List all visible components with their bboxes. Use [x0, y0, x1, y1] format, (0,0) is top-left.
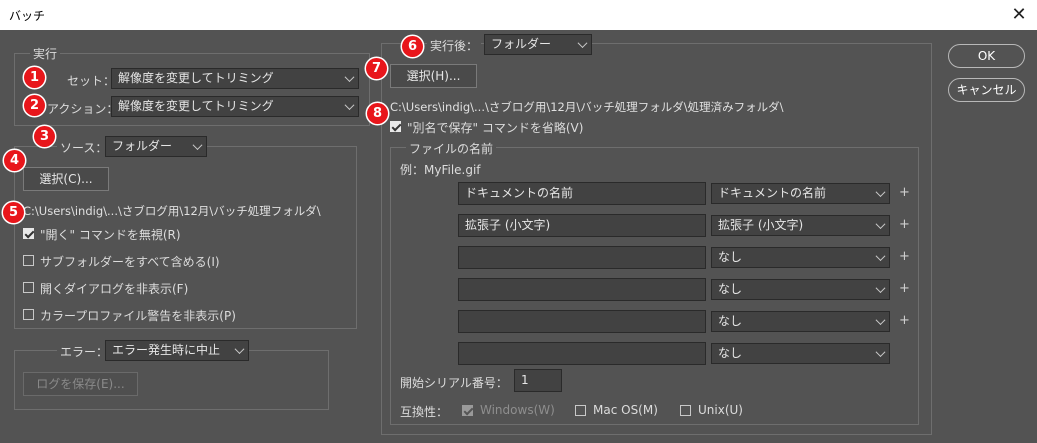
window-title: バッチ — [9, 9, 46, 23]
add-part-icon[interactable]: + — [899, 185, 910, 200]
source-option-checkbox[interactable] — [23, 282, 34, 293]
chevron-down-icon — [192, 140, 203, 151]
source-path: C:\Users\indig\...\さブログ用\12月\バッチ処理フォルダ\ — [23, 204, 321, 218]
chevron-down-icon — [875, 347, 886, 358]
file-name-part-dropdown[interactable]: なし — [711, 247, 890, 268]
set-dropdown-value: 解像度を変更してトリミング — [118, 71, 274, 85]
close-icon[interactable]: ✕ — [1006, 2, 1032, 28]
file-name-part-dropdown-value: なし — [718, 250, 743, 264]
set-dropdown[interactable]: 解像度を変更してトリミング — [111, 68, 359, 89]
chevron-down-icon — [875, 187, 886, 198]
chevron-down-icon — [577, 38, 588, 49]
override-save-as-checkbox[interactable] — [390, 121, 401, 132]
source-option-checkbox[interactable] — [23, 309, 34, 320]
chevron-down-icon — [344, 72, 355, 83]
file-name-part-input[interactable]: ドキュメントの名前 — [458, 182, 706, 205]
destination-path: C:\Users\indig\...\さブログ用\12月\バッチ処理フォルダ\処… — [390, 100, 784, 114]
action-label: アクション： — [47, 102, 119, 116]
annotation-badge: 4 — [4, 150, 25, 171]
add-part-icon[interactable]: + — [899, 313, 910, 328]
play-legend: 実行 — [30, 45, 61, 62]
compat-label-option: Mac OS(M) — [593, 403, 658, 417]
file-name-part-input[interactable] — [458, 278, 706, 301]
compat-label: 互換性： — [400, 405, 449, 419]
source-dropdown-value: フォルダー — [112, 139, 173, 153]
chevron-down-icon — [875, 251, 886, 262]
override-save-as-label: "別名で保存" コマンドを省略(V) — [407, 121, 584, 135]
destination-dropdown[interactable]: フォルダー — [484, 34, 592, 55]
file-name-part-dropdown-value: なし — [718, 346, 743, 360]
source-dropdown[interactable]: フォルダー — [105, 136, 207, 157]
file-name-part-input[interactable] — [458, 310, 706, 333]
action-dropdown-value: 解像度を変更してトリミング — [118, 99, 274, 113]
file-name-part-dropdown-value: 拡張子 (小文字) — [718, 218, 804, 232]
file-name-part-input[interactable] — [458, 246, 706, 269]
set-label: セット： — [67, 74, 116, 88]
annotation-badge: 1 — [24, 67, 45, 88]
action-dropdown[interactable]: 解像度を変更してトリミング — [111, 96, 359, 117]
annotation-badge: 5 — [3, 202, 24, 223]
source-option-label: サブフォルダーをすべて含める(I) — [40, 255, 220, 269]
compat-label-option: Unix(U) — [698, 403, 743, 417]
compat-checkbox[interactable] — [680, 405, 691, 416]
file-name-part-dropdown-value: なし — [718, 314, 743, 328]
add-part-icon[interactable]: + — [899, 281, 910, 296]
source-option-label: "開く" コマンドを無視(R) — [40, 228, 181, 242]
file-naming-example: 例：MyFile.gif — [400, 163, 481, 177]
save-log-button[interactable]: ログを保存(E)... — [23, 372, 138, 396]
file-name-part-input[interactable] — [458, 342, 706, 365]
file-name-part-dropdown[interactable]: なし — [711, 279, 890, 300]
source-option-checkbox[interactable] — [23, 228, 34, 239]
add-part-icon[interactable]: + — [899, 217, 910, 232]
errors-label: エラー： — [57, 343, 112, 360]
errors-dropdown[interactable]: エラー発生時に中止 — [105, 340, 249, 361]
file-name-part-dropdown-value: なし — [718, 282, 743, 296]
annotation-badge: 7 — [366, 58, 387, 79]
file-name-part-dropdown[interactable]: ドキュメントの名前 — [711, 183, 890, 204]
destination-dropdown-value: フォルダー — [491, 37, 552, 51]
source-option-checkbox[interactable] — [23, 255, 34, 266]
chevron-down-icon — [875, 315, 886, 326]
annotation-badge: 8 — [367, 103, 388, 124]
annotation-badge: 2 — [24, 95, 45, 116]
chevron-down-icon — [875, 219, 886, 230]
destination-choose-button[interactable]: 選択(H)... — [390, 64, 477, 88]
file-name-part-dropdown[interactable]: なし — [711, 343, 890, 364]
ok-button[interactable]: OK — [948, 44, 1025, 68]
serial-number-input[interactable]: 1 — [514, 369, 562, 392]
chevron-down-icon — [234, 344, 245, 355]
source-label: ソース： — [57, 139, 111, 156]
file-name-part-input[interactable]: 拡張子 (小文字) — [458, 214, 706, 237]
source-choose-button[interactable]: 選択(C)... — [23, 167, 109, 191]
compat-checkbox[interactable] — [575, 405, 586, 416]
source-option-label: 開くダイアログを非表示(F) — [40, 282, 189, 296]
file-naming-legend: ファイルの名前 — [406, 140, 497, 157]
errors-dropdown-value: エラー発生時に中止 — [112, 343, 221, 357]
file-name-part-dropdown[interactable]: なし — [711, 311, 890, 332]
compat-checkbox[interactable] — [462, 405, 473, 416]
add-part-icon[interactable]: + — [899, 249, 910, 264]
serial-label: 開始シリアル番号： — [400, 376, 508, 390]
source-option-label: カラープロファイル警告を非表示(P) — [40, 309, 236, 323]
file-name-part-dropdown-value: ドキュメントの名前 — [718, 186, 827, 200]
chevron-down-icon — [875, 283, 886, 294]
destination-label: 実行後： — [427, 37, 482, 54]
cancel-button[interactable]: キャンセル — [948, 78, 1025, 102]
annotation-badge: 3 — [34, 126, 55, 147]
file-name-part-dropdown[interactable]: 拡張子 (小文字) — [711, 215, 890, 236]
compat-label-option: Windows(W) — [480, 403, 555, 417]
chevron-down-icon — [344, 100, 355, 111]
title-bar: バッチ ✕ — [0, 0, 1037, 30]
annotation-badge: 6 — [402, 36, 423, 57]
